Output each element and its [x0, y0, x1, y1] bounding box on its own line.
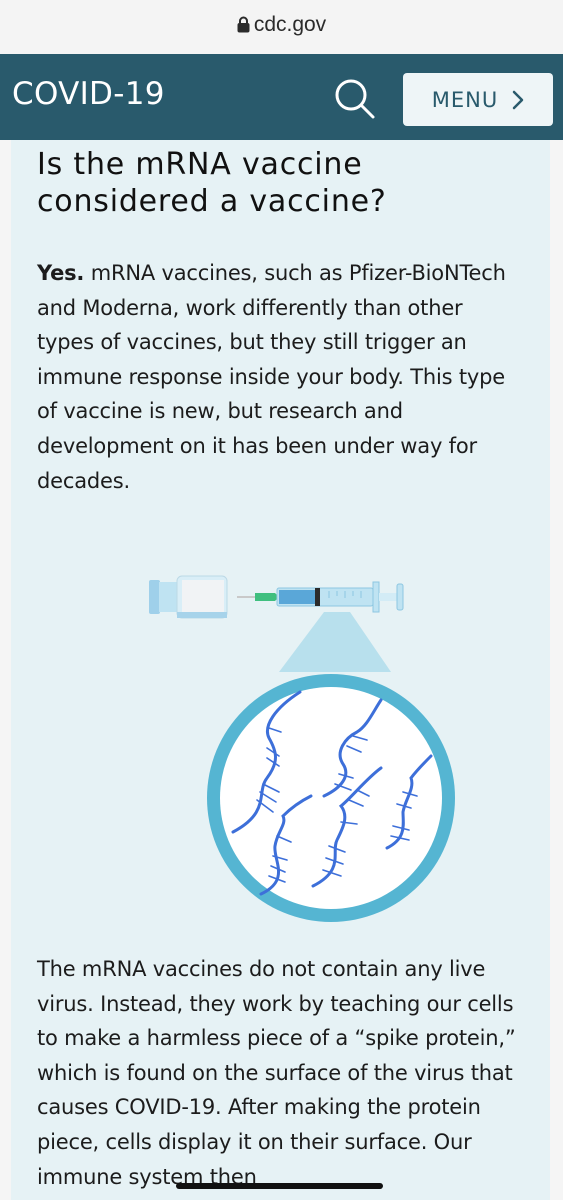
- search-button[interactable]: [330, 74, 380, 124]
- answer-paragraph: Yes. mRNA vaccines, such as Pfizer-BioNT…: [37, 256, 517, 498]
- explanation-paragraph: The mRNA vaccines do not contain any liv…: [37, 957, 516, 1189]
- syringe-icon: [237, 581, 404, 613]
- menu-button[interactable]: MENU: [403, 73, 553, 126]
- site-title[interactable]: COVID-19: [12, 76, 165, 112]
- browser-url-bar[interactable]: cdc.gov: [0, 0, 563, 54]
- answer-body: mRNA vaccines, such as Pfizer-BioNTech a…: [37, 261, 506, 493]
- article-heading: Is the mRNA vaccine considered a vaccine…: [37, 147, 387, 219]
- site-header: COVID-19 MENU: [0, 54, 563, 140]
- url-display[interactable]: cdc.gov: [0, 13, 563, 37]
- menu-label: MENU: [431, 87, 499, 112]
- home-indicator[interactable]: [176, 1183, 383, 1189]
- article-panel: Is the mRNA vaccine considered a vaccine…: [11, 140, 550, 1200]
- lock-icon: [237, 16, 250, 33]
- vaccine-illustration: [149, 575, 455, 922]
- search-icon: [335, 79, 375, 119]
- answer-lead: Yes.: [37, 261, 85, 285]
- url-text: cdc.gov: [253, 13, 327, 36]
- vaccine-vial-icon: [149, 575, 228, 619]
- chevron-right-icon: [512, 90, 524, 109]
- magnify-beam: [279, 612, 391, 672]
